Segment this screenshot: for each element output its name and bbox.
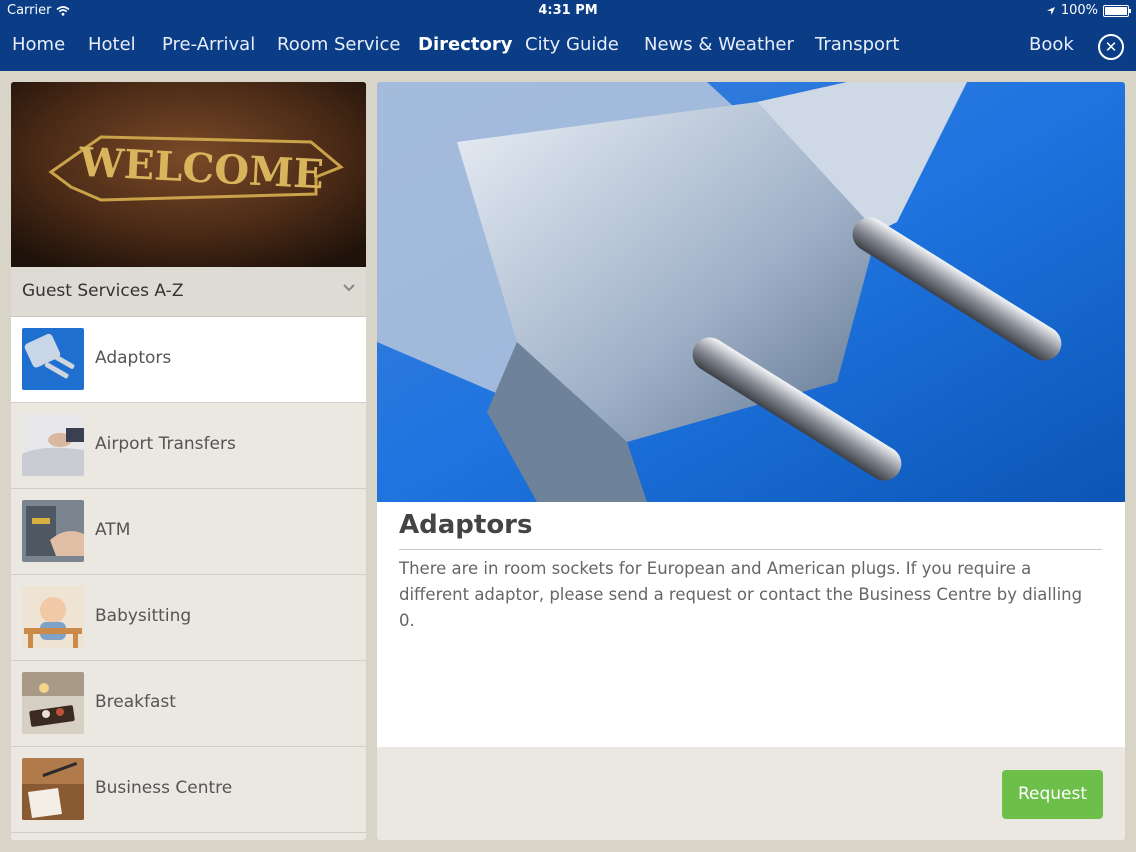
main-nav: Home Hotel Pre-Arrival Room Service Dire… [0, 34, 1136, 62]
close-button[interactable]: ✕ [1098, 34, 1124, 60]
battery-percent: 100% [1060, 3, 1098, 18]
chevron-down-icon [342, 281, 356, 297]
list-item-label: Babysitting [95, 606, 192, 626]
list-item-babysitting[interactable]: Babysitting [11, 575, 366, 661]
detail-panel: Adaptors There are in room sockets for E… [377, 82, 1125, 840]
list-item-label: Adaptors [95, 348, 172, 368]
list-item-breakfast[interactable]: Breakfast [11, 661, 366, 747]
detail-title: Adaptors [399, 510, 533, 540]
atm-thumbnail [22, 500, 84, 562]
location-arrow-icon [1046, 6, 1055, 15]
detail-footer: Request [377, 747, 1125, 840]
battery-icon [1103, 4, 1131, 17]
divider [399, 549, 1102, 550]
detail-description: There are in room sockets for European a… [399, 559, 1083, 630]
nav-hotel[interactable]: Hotel [88, 34, 136, 55]
nav-home[interactable]: Home [12, 34, 65, 55]
nav-news-weather[interactable]: News & Weather [644, 34, 794, 55]
status-bar: Carrier 4:31 PM 100% [0, 0, 1136, 22]
list-item-airport-transfers[interactable]: Airport Transfers [11, 403, 366, 489]
detail-content: Adaptors There are in room sockets for E… [377, 502, 1125, 747]
services-list: Adaptors Airport Transfers ATM Babysitti… [11, 317, 366, 833]
status-time: 4:31 PM [538, 3, 598, 18]
section-title: Guest Services A-Z [22, 281, 184, 301]
nav-directory[interactable]: Directory [418, 34, 512, 55]
list-item-adaptors[interactable]: Adaptors [11, 317, 366, 403]
list-item-label: Business Centre [95, 778, 233, 798]
nav-pre-arrival[interactable]: Pre-Arrival [162, 34, 255, 55]
nav-room-service[interactable]: Room Service [277, 34, 401, 55]
babysitting-thumbnail [22, 586, 84, 648]
request-button[interactable]: Request [1002, 770, 1103, 819]
list-item-label: Breakfast [95, 692, 176, 712]
welcome-banner-image: WELCOME [11, 82, 366, 267]
top-bar: Carrier 4:31 PM 100% Home Hotel Pre-Arri… [0, 0, 1136, 71]
adaptor-hero-image [377, 82, 1125, 502]
section-dropdown[interactable]: Guest Services A-Z [11, 267, 366, 317]
list-item-label: ATM [95, 520, 131, 540]
guest-services-panel: WELCOME Guest Services A-Z Adaptors Airp… [11, 82, 366, 840]
business-centre-thumbnail [22, 758, 84, 820]
adaptor-thumbnail [22, 328, 84, 390]
welcome-banner: WELCOME [11, 82, 366, 267]
nav-city-guide[interactable]: City Guide [525, 34, 619, 55]
list-item-atm[interactable]: ATM [11, 489, 366, 575]
nav-transport[interactable]: Transport [815, 34, 899, 55]
list-item-business-centre[interactable]: Business Centre [11, 747, 366, 833]
airport-transfers-thumbnail [22, 414, 84, 476]
breakfast-thumbnail [22, 672, 84, 734]
list-item-label: Airport Transfers [95, 434, 236, 454]
close-icon: ✕ [1104, 38, 1118, 56]
nav-book[interactable]: Book [1029, 34, 1074, 55]
